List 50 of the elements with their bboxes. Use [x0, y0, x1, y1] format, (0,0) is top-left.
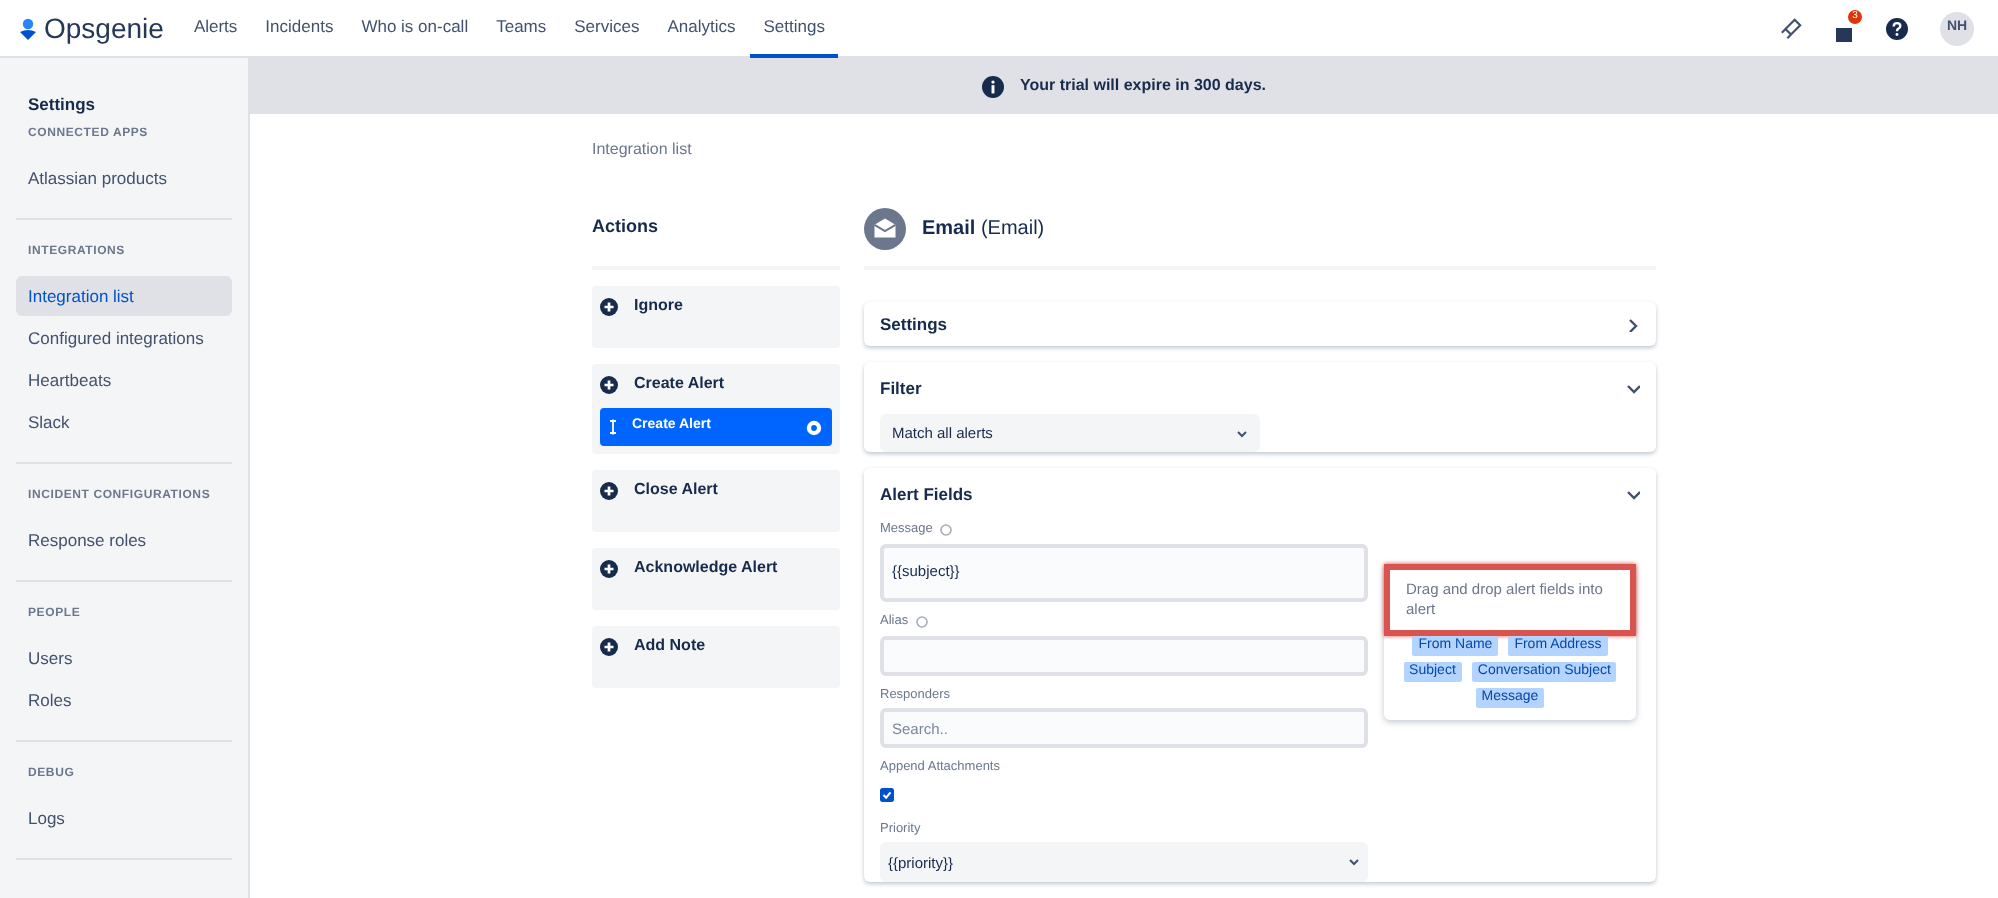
- chevron-right-icon[interactable]: [1624, 316, 1640, 332]
- nav-tab[interactable]: Alerts: [179, 0, 252, 57]
- drag-handle-icon[interactable]: [610, 418, 616, 436]
- action-label: Add Note: [634, 634, 706, 658]
- sidebar-item[interactable]: Heartbeats: [16, 360, 232, 400]
- chevron-down-icon[interactable]: [1624, 486, 1640, 502]
- action-card[interactable]: Close Alert: [592, 470, 840, 532]
- nav-tab[interactable]: Who is on-call: [347, 0, 483, 57]
- sidebar-item[interactable]: Response roles: [16, 520, 232, 560]
- action-card[interactable]: Acknowledge Alert: [592, 548, 840, 610]
- action-label: Close Alert: [634, 478, 718, 502]
- checkbox[interactable]: [880, 788, 894, 803]
- panel-title[interactable]: Filter: [880, 375, 922, 401]
- action-label: Ignore: [634, 294, 683, 318]
- add-icon[interactable]: [600, 559, 618, 577]
- add-icon[interactable]: [600, 375, 618, 393]
- action-label: Acknowledge Alert: [634, 556, 778, 580]
- chevron-down-icon: [1348, 856, 1360, 869]
- sidebar-item[interactable]: Configured integrations: [16, 318, 232, 358]
- action-card[interactable]: Add Note: [592, 626, 840, 688]
- sidebar-item[interactable]: Atlassian products: [16, 158, 232, 198]
- info-icon: [981, 75, 1004, 97]
- sidebar-title: Settings: [26, 92, 98, 116]
- integration-title: Email (Email): [922, 215, 1045, 243]
- nav-tab[interactable]: Services: [560, 0, 654, 57]
- sidebar-item[interactable]: Slack: [16, 402, 232, 442]
- sidebar-item[interactable]: Logs: [16, 798, 232, 838]
- nav-tab[interactable]: Analytics: [653, 0, 750, 57]
- chevron-down-icon: [1236, 427, 1248, 439]
- add-icon[interactable]: [600, 637, 618, 655]
- sidebar-item[interactable]: Users: [16, 638, 232, 678]
- logo-icon: [20, 17, 36, 39]
- add-icon[interactable]: [600, 297, 618, 315]
- envelope-icon: [864, 207, 906, 249]
- nav-tab[interactable]: Incidents: [251, 0, 348, 57]
- breadcrumb-link[interactable]: Integration list: [592, 138, 1656, 158]
- sidebar-item[interactable]: Integration list: [16, 276, 232, 316]
- action-label: Create Alert: [634, 372, 725, 396]
- chevron-down-icon[interactable]: [1624, 380, 1640, 396]
- trial-message: Your trial will expire in 300 days.: [1019, 74, 1266, 98]
- help-icon[interactable]: [1886, 17, 1908, 39]
- panel-title[interactable]: Alert Fields: [880, 481, 973, 507]
- section-title: Actions: [592, 214, 659, 241]
- action-card[interactable]: Ignore: [592, 286, 840, 348]
- nav-tab[interactable]: Teams: [482, 0, 561, 57]
- add-icon[interactable]: [600, 481, 618, 499]
- brand-name[interactable]: Opsgenie: [44, 7, 164, 49]
- input-field[interactable]: [880, 635, 1368, 675]
- panel-title[interactable]: Settings: [880, 311, 948, 337]
- sidebar-item[interactable]: Roles: [16, 680, 232, 720]
